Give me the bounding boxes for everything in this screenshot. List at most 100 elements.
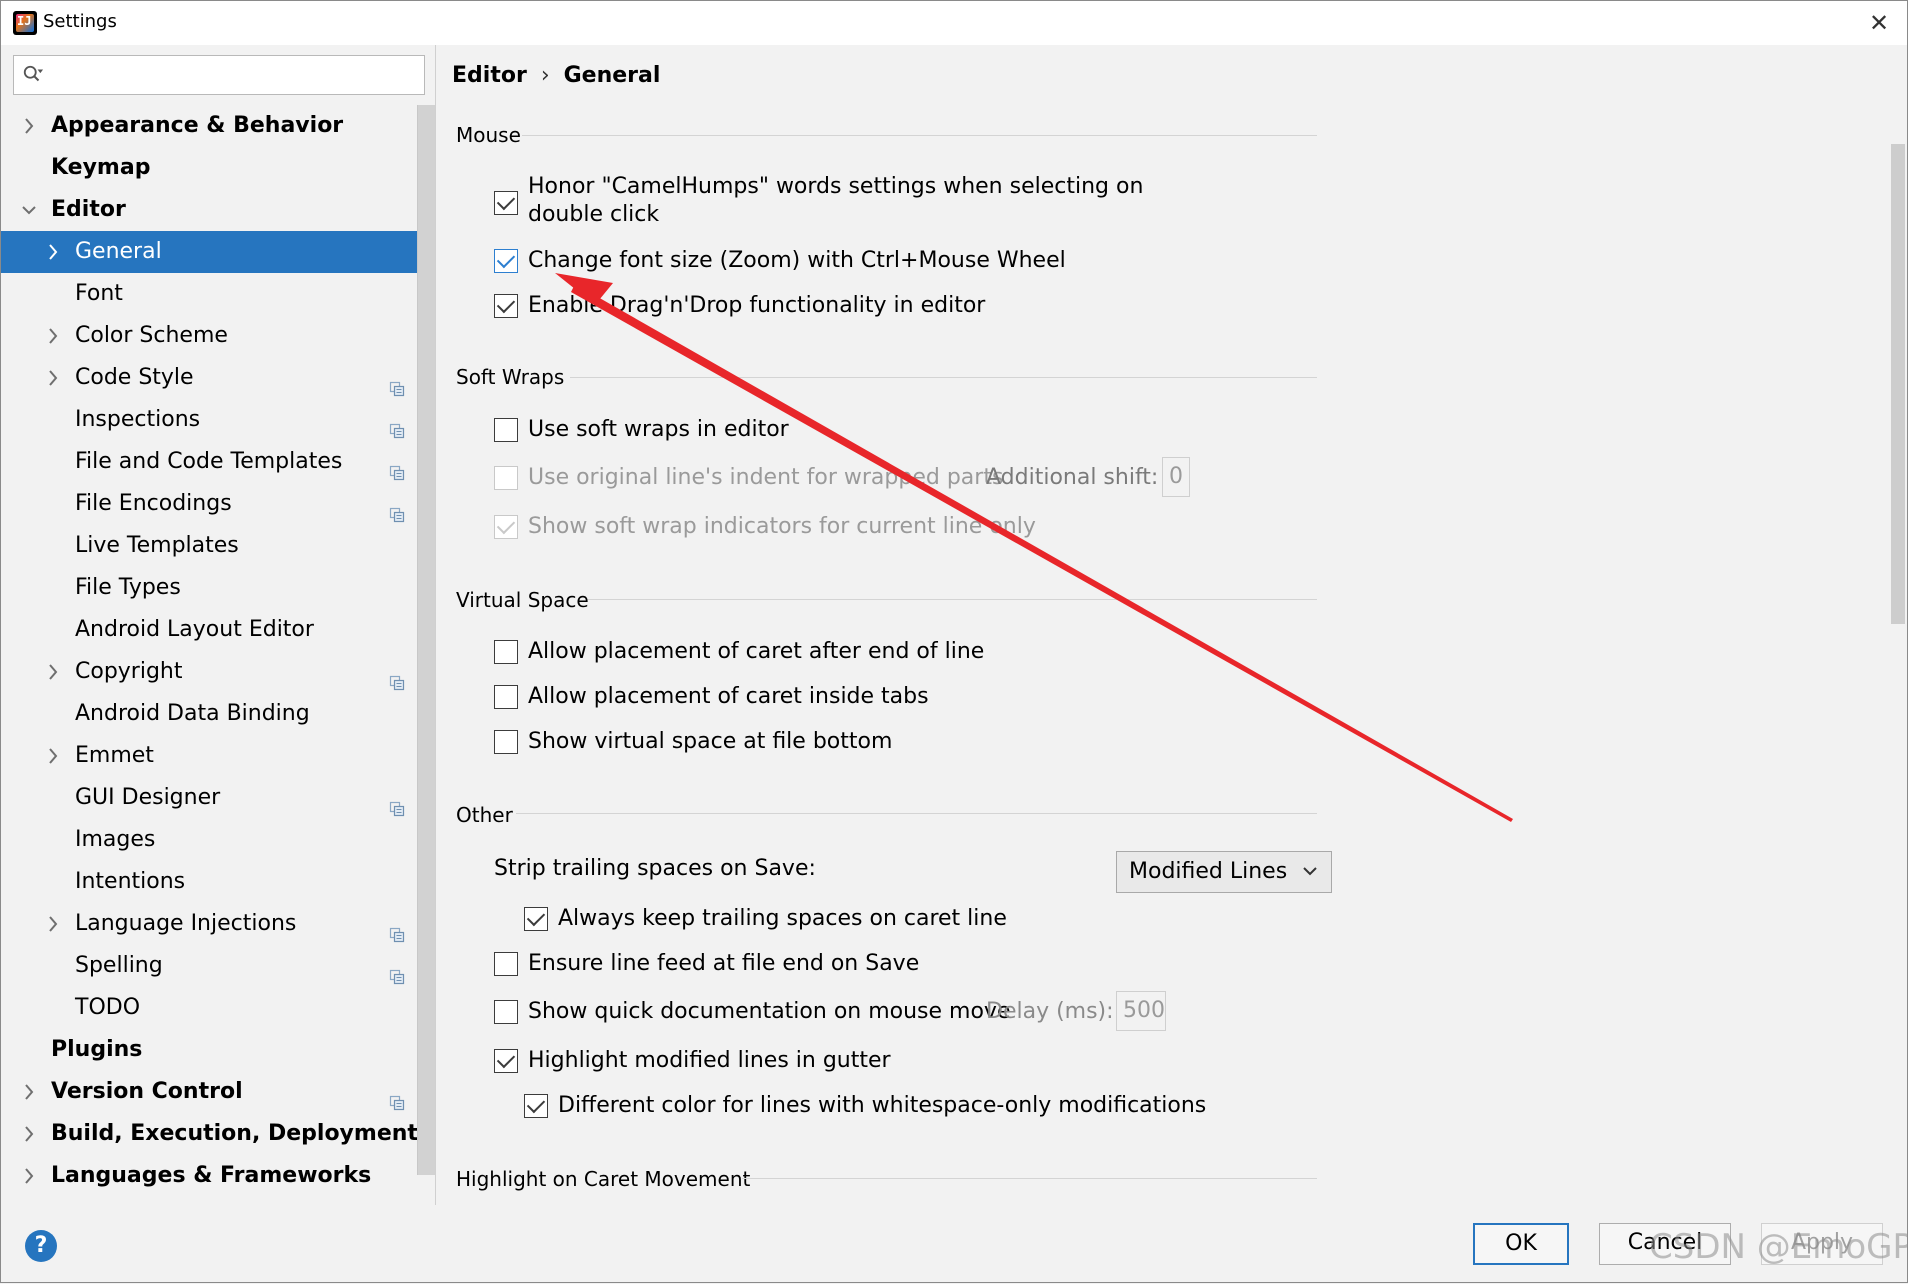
content-scrollbar[interactable] [1888, 100, 1906, 1250]
soft-wrap-indicators-checkbox[interactable] [494, 515, 518, 539]
quick-doc-checkbox[interactable] [494, 1000, 518, 1024]
project-scope-icon [389, 370, 405, 397]
caret-inside-tabs-checkbox[interactable] [494, 685, 518, 709]
original-indent-label[interactable]: Use original line's indent for wrapped p… [528, 464, 1003, 492]
sidebar-item-file-types[interactable]: File Types [1, 567, 435, 609]
chevron-down-icon[interactable] [21, 189, 37, 231]
sidebar-item-label: File Types [75, 575, 181, 600]
drag-drop-label[interactable]: Enable Drag'n'Drop functionality in edit… [528, 292, 985, 320]
quick-doc-label[interactable]: Show quick documentation on mouse move [528, 998, 1011, 1026]
chevron-right-icon[interactable] [21, 1071, 37, 1113]
chevron-right-icon[interactable] [45, 357, 61, 399]
sidebar-item-live-templates[interactable]: Live Templates [1, 525, 435, 567]
breadcrumb-parent[interactable]: Editor [452, 63, 527, 88]
sidebar-item-label: Appearance & Behavior [51, 113, 344, 138]
sidebar-item-file-and-code-templates[interactable]: File and Code Templates [1, 441, 435, 483]
sidebar-item-version-control[interactable]: Version Control [1, 1071, 435, 1113]
chevron-right-icon[interactable] [21, 1155, 37, 1197]
line-feed-checkbox[interactable] [494, 952, 518, 976]
sidebar-item-label: TODO [75, 995, 141, 1020]
close-button[interactable]: ✕ [1865, 9, 1893, 37]
chevron-right-icon[interactable] [45, 231, 61, 273]
sidebar-item-todo[interactable]: TODO [1, 987, 435, 1029]
sidebar-item-label: General [75, 239, 162, 264]
whitespace-color-label[interactable]: Different color for lines with whitespac… [558, 1092, 1206, 1120]
soft-wrap-indicators-label[interactable]: Show soft wrap indicators for current li… [528, 513, 1036, 541]
original-indent-checkbox[interactable] [494, 466, 518, 490]
sidebar-item-emmet[interactable]: Emmet [1, 735, 435, 777]
sidebar-item-gui-designer[interactable]: GUI Designer [1, 777, 435, 819]
sidebar-item-copyright[interactable]: Copyright [1, 651, 435, 693]
sidebar-item-inspections[interactable]: Inspections [1, 399, 435, 441]
delay-input[interactable]: 500 [1116, 991, 1166, 1031]
soft-wraps-label[interactable]: Use soft wraps in editor [528, 416, 789, 444]
chevron-right-icon[interactable] [21, 1113, 37, 1155]
caret-after-end-checkbox[interactable] [494, 640, 518, 664]
sidebar-item-font[interactable]: Font [1, 273, 435, 315]
zoom-checkbox[interactable] [494, 249, 518, 273]
close-icon[interactable]: ✕ [1869, 9, 1889, 37]
sidebar-item-label: File and Code Templates [75, 449, 343, 474]
sidebar-item-editor[interactable]: Editor [1, 189, 435, 231]
sidebar-item-android-data-binding[interactable]: Android Data Binding [1, 693, 435, 735]
sidebar-item-color-scheme[interactable]: Color Scheme [1, 315, 435, 357]
sidebar-item-label: Keymap [51, 155, 151, 180]
sidebar-item-language-injections[interactable]: Language Injections [1, 903, 435, 945]
caret-inside-tabs-label[interactable]: Allow placement of caret inside tabs [528, 683, 929, 711]
ok-button[interactable]: OK [1473, 1223, 1569, 1265]
highlight-modified-checkbox[interactable] [494, 1049, 518, 1073]
caret-after-end-label[interactable]: Allow placement of caret after end of li… [528, 638, 984, 666]
sidebar-item-build-execution-deployment[interactable]: Build, Execution, Deployment [1, 1113, 435, 1155]
sidebar-item-file-encodings[interactable]: File Encodings [1, 483, 435, 525]
highlight-modified-label[interactable]: Highlight modified lines in gutter [528, 1047, 891, 1075]
section-highlight-caret: Highlight on Caret Movement [456, 1167, 751, 1191]
sidebar-item-android-layout-editor[interactable]: Android Layout Editor [1, 609, 435, 651]
content-scrollbar-thumb[interactable] [1891, 144, 1905, 624]
help-button[interactable]: ? [25, 1230, 57, 1262]
project-scope-icon [389, 1084, 405, 1111]
sidebar-item-intentions[interactable]: Intentions [1, 861, 435, 903]
keep-trailing-label[interactable]: Always keep trailing spaces on caret lin… [558, 905, 1007, 933]
sidebar-item-label: Emmet [75, 743, 154, 768]
sidebar-item-keymap[interactable]: Keymap [1, 147, 435, 189]
project-scope-icon [389, 958, 405, 985]
help-icon[interactable]: ? [35, 1233, 48, 1258]
sidebar-item-label: Inspections [75, 407, 201, 432]
virtual-space-bottom-checkbox[interactable] [494, 730, 518, 754]
sidebar-item-plugins[interactable]: Plugins [1, 1029, 435, 1071]
breadcrumb-separator: › [540, 63, 550, 88]
section-virtual-space: Virtual Space [456, 588, 589, 612]
sidebar-item-spelling[interactable]: Spelling [1, 945, 435, 987]
keep-trailing-checkbox[interactable] [524, 907, 548, 931]
whitespace-color-checkbox[interactable] [524, 1094, 548, 1118]
sidebar-item-languages-frameworks[interactable]: Languages & Frameworks [1, 1155, 435, 1197]
drag-drop-checkbox[interactable] [494, 294, 518, 318]
sidebar-item-label: Language Injections [75, 911, 297, 936]
sidebar-scrollbar-thumb[interactable] [417, 105, 435, 1175]
sidebar-scrollbar[interactable] [417, 105, 435, 1175]
search-input[interactable] [13, 55, 425, 95]
line-feed-label[interactable]: Ensure line feed at file end on Save [528, 950, 919, 978]
zoom-label[interactable]: Change font size (Zoom) with Ctrl+Mouse … [528, 247, 1066, 275]
camel-humps-label-line2[interactable]: double click [528, 201, 659, 229]
soft-wraps-checkbox[interactable] [494, 418, 518, 442]
chevron-right-icon[interactable] [45, 903, 61, 945]
camel-humps-checkbox[interactable] [494, 191, 518, 215]
camel-humps-label[interactable]: Honor "CamelHumps" words settings when s… [528, 173, 1143, 201]
project-scope-icon [389, 496, 405, 523]
virtual-space-bottom-label[interactable]: Show virtual space at file bottom [528, 728, 892, 756]
sidebar-item-label: Android Layout Editor [75, 617, 314, 642]
breadcrumb: Editor › General [452, 63, 660, 88]
chevron-right-icon[interactable] [45, 735, 61, 777]
chevron-right-icon[interactable] [45, 315, 61, 357]
sidebar-item-appearance-behavior[interactable]: Appearance & Behavior [1, 105, 435, 147]
intellij-app-icon: IJ [13, 11, 37, 35]
chevron-right-icon[interactable] [21, 105, 37, 147]
additional-shift-input[interactable]: 0 [1162, 457, 1190, 497]
strip-trailing-dropdown[interactable]: Modified Lines [1116, 851, 1332, 893]
chevron-right-icon[interactable] [45, 651, 61, 693]
breadcrumb-current: General [563, 63, 661, 88]
sidebar-item-images[interactable]: Images [1, 819, 435, 861]
sidebar-item-general[interactable]: General [1, 231, 435, 273]
sidebar-item-code-style[interactable]: Code Style [1, 357, 435, 399]
